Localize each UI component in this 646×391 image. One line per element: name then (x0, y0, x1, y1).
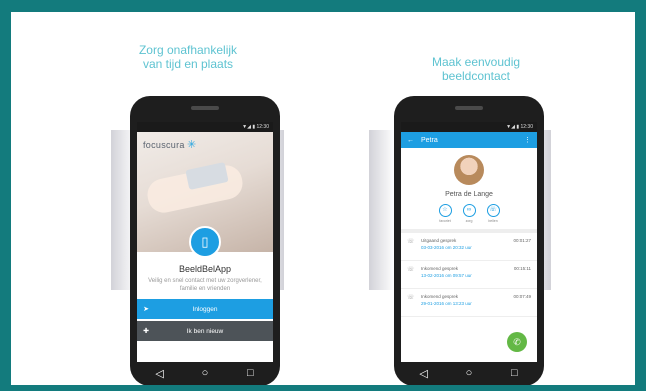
call-duration: 00:01:27 (513, 238, 531, 243)
recent-apps-nav-icon[interactable]: □ (240, 367, 260, 379)
right-phone: ▼◢ ▮ 12:30 ← Petra ⋮ Petra de Lange ☆ fa… (394, 96, 544, 385)
call-action[interactable]: ☏ bellen (484, 204, 502, 223)
new-user-label: Ik ben nieuw (186, 327, 224, 335)
back-nav-icon[interactable]: ◁ (150, 367, 170, 380)
call-type: Inkomend gesprek (421, 294, 459, 299)
call-action-label: bellen (488, 219, 498, 223)
outgoing-call-icon: ☏ (407, 239, 415, 245)
hero-image: focuscura ✳ ▯ (137, 132, 273, 258)
back-nav-icon[interactable]: ◁ (414, 367, 434, 380)
call-history-item[interactable]: ☏ Inkomend gesprek 29-01-2016 om 13:23 u… (401, 289, 537, 317)
right-caption-line1: Maak eenvoudig (431, 55, 521, 69)
new-user-button[interactable]: ✚ Ik ben nieuw (137, 321, 273, 341)
app-bar-title: Petra (421, 136, 438, 144)
call-history-item[interactable]: ☏ Inkomend gesprek 13-02-2016 om 09:57 u… (401, 261, 537, 289)
call-type: Inkomend gesprek (421, 266, 459, 271)
android-nav-bar: ◁ ○ □ (137, 362, 273, 384)
brand-star-icon: ✳ (187, 139, 197, 151)
status-bar: ▼◢ ▮ 12:30 (401, 122, 537, 132)
home-nav-icon[interactable]: ○ (195, 367, 215, 379)
phone-speaker (191, 106, 219, 110)
care-icon: ∞ (462, 204, 476, 217)
phone-speaker (455, 106, 483, 110)
promo-panel: Zorg onafhankelijk van tijd en plaats ▼◢… (11, 12, 635, 385)
care-action-label: zorg (465, 219, 473, 223)
care-action[interactable]: ∞ zorg (460, 204, 478, 223)
call-duration: 00:15:11 (513, 266, 531, 271)
app-title: BeeldBelApp (178, 264, 232, 274)
call-date: 29-01-2016 om 13:23 uur (421, 301, 472, 306)
brand-logo-text: focuscura (143, 140, 185, 150)
login-button[interactable]: ➤ Inloggen (137, 299, 273, 319)
favorite-action-label: favoriet (439, 219, 451, 223)
status-bar: ▼◢ ▮ 12:30 (137, 122, 273, 132)
call-button[interactable]: ✆ (507, 332, 527, 352)
contact-screen: ▼◢ ▮ 12:30 ← Petra ⋮ Petra de Lange ☆ fa… (401, 122, 537, 362)
contact-actions: ☆ favoriet ∞ zorg ☏ bellen (401, 204, 537, 223)
phone-call-icon: ✆ (513, 337, 521, 347)
avatar (454, 155, 484, 185)
right-caption-line2: beeldcontact (441, 69, 511, 83)
left-caption-line2: van tijd en plaats (142, 57, 234, 71)
call-duration: 00:07:49 (513, 294, 531, 299)
recent-apps-nav-icon[interactable]: □ (504, 367, 524, 379)
call-date: 03-03-2016 om 20:32 uur (421, 245, 472, 250)
incoming-call-icon: ☏ (407, 295, 415, 301)
right-phone-backdrop (369, 130, 395, 290)
phone-badge-icon: ▯ (189, 226, 221, 258)
left-caption-line1: Zorg onafhankelijk (138, 43, 238, 57)
login-arrow-icon: ➤ (143, 306, 149, 313)
right-caption: Maak eenvoudig beeldcontact (376, 55, 576, 83)
android-nav-bar: ◁ ○ □ (401, 362, 537, 384)
contact-name: Petra de Lange (445, 191, 493, 198)
incoming-call-icon: ☏ (407, 267, 415, 273)
left-phone: ▼◢ ▮ 12:30 focuscura ✳ ▯ BeeldBelApp Vei… (130, 96, 280, 385)
more-vert-icon[interactable]: ⋮ (524, 136, 531, 144)
login-label: Inloggen (192, 305, 218, 313)
call-type: Uitgaand gesprek (421, 238, 457, 243)
login-screen: ▼◢ ▮ 12:30 focuscura ✳ ▯ BeeldBelApp Vei… (137, 122, 273, 362)
call-history-item[interactable]: ☏ Uitgaand gesprek 03-03-2016 om 20:32 u… (401, 233, 537, 261)
add-user-icon: ✚ (143, 328, 149, 335)
phone-icon: ☏ (486, 204, 500, 217)
app-subtitle: Veilig en snel contact met uw zorgverlen… (148, 278, 262, 292)
left-caption: Zorg onafhankelijk van tijd en plaats (88, 43, 288, 71)
star-icon: ☆ (438, 204, 452, 217)
home-nav-icon[interactable]: ○ (459, 367, 479, 379)
call-date: 13-02-2016 om 09:57 uur (421, 273, 472, 278)
favorite-action[interactable]: ☆ favoriet (436, 204, 454, 223)
contact-app-bar: ← Petra ⋮ (401, 132, 537, 148)
back-arrow-icon[interactable]: ← (407, 137, 419, 144)
